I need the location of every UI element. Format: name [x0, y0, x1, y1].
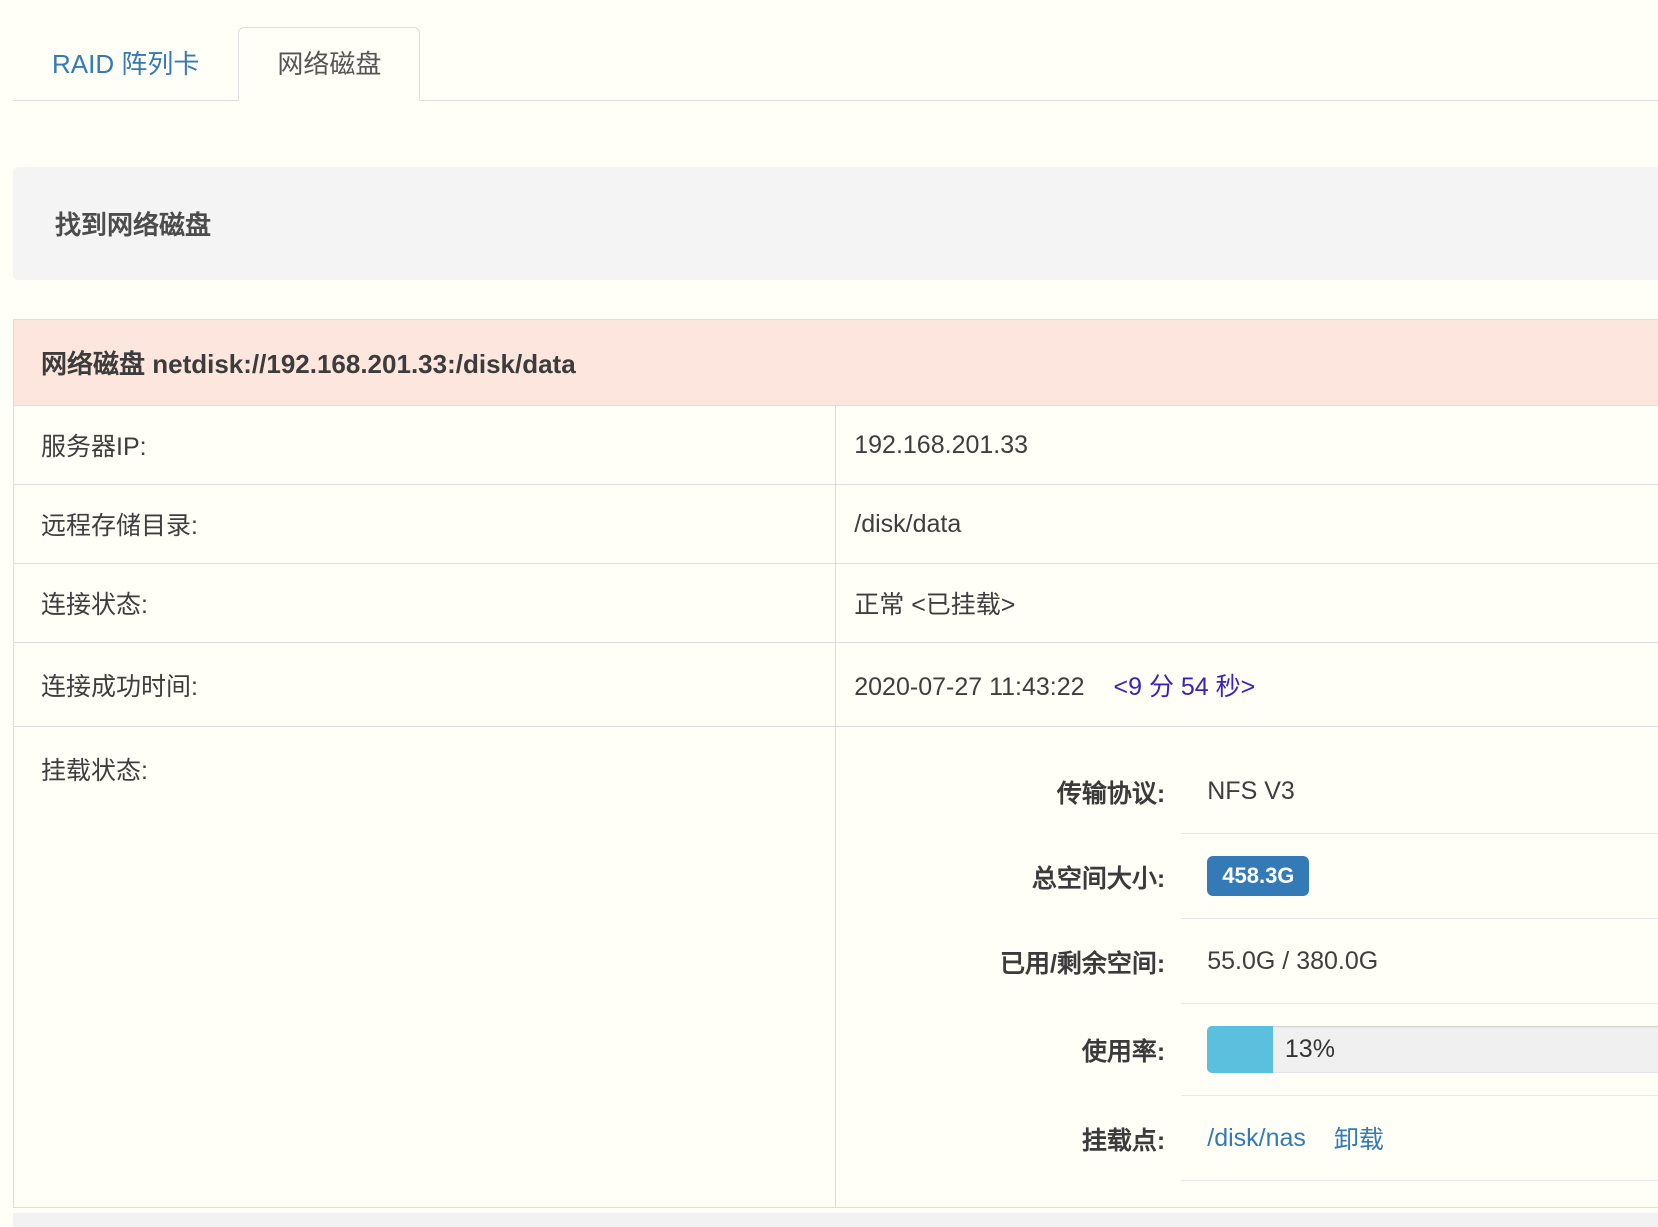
mountpoint-cell: /disk/nas 卸载 [1181, 1096, 1658, 1181]
next-section-panel-edge [13, 1213, 1658, 1227]
usage-percent-text: 13% [1285, 1035, 1335, 1064]
total-size-row: 总空间大小: 458.3G [836, 834, 1658, 919]
connection-state-value: 正常 <已挂载> [836, 564, 1658, 643]
unmount-link[interactable]: 卸载 [1334, 1120, 1384, 1156]
remote-dir-label: 远程存储目录: [14, 485, 836, 564]
remote-dir-value: /disk/data [836, 485, 1658, 564]
usage-progress-fill [1207, 1026, 1273, 1073]
connection-elapsed-text: <9 分 54 秒> [1114, 673, 1256, 701]
total-size-label: 总空间大小: [836, 859, 1181, 895]
table-row: 服务器IP: 192.168.201.33 [14, 406, 1658, 485]
usage-cell: 13% [1181, 1004, 1658, 1096]
network-disk-table: 网络磁盘 netdisk://192.168.201.33:/disk/data… [13, 319, 1658, 1208]
mountpoint-link[interactable]: /disk/nas [1207, 1124, 1306, 1153]
table-row: 网络磁盘 netdisk://192.168.201.33:/disk/data [14, 320, 1658, 406]
tab-raid-array-card[interactable]: RAID 阵列卡 [13, 27, 238, 101]
table-row: 挂载状态: 传输协议: NFS V3 总空间大小: 458.3G 已用/剩余空间… [14, 727, 1658, 1208]
mount-state-label: 挂载状态: [14, 727, 836, 1208]
tab-network-disk[interactable]: 网络磁盘 [238, 27, 420, 101]
connection-time-cell: 2020-07-27 11:43:22 <9 分 54 秒> [836, 643, 1658, 727]
usage-row: 使用率: 13% [836, 1004, 1658, 1096]
usage-label: 使用率: [836, 1032, 1181, 1068]
total-size-cell: 458.3G [1181, 834, 1658, 919]
protocol-label: 传输协议: [836, 774, 1181, 810]
mountpoint-row: 挂载点: /disk/nas 卸载 [836, 1096, 1658, 1181]
mount-table-filler [836, 1181, 1658, 1207]
connection-state-label: 连接状态: [14, 564, 836, 643]
usage-progress-bar: 13% [1207, 1026, 1658, 1073]
used-free-value: 55.0G / 380.0G [1181, 919, 1658, 1004]
mount-details-table: 传输协议: NFS V3 总空间大小: 458.3G 已用/剩余空间: 55.0… [836, 749, 1658, 1207]
used-free-label: 已用/剩余空间: [836, 944, 1181, 980]
table-row: 连接成功时间: 2020-07-27 11:43:22 <9 分 54 秒> [14, 643, 1658, 727]
total-size-badge: 458.3G [1207, 856, 1309, 896]
table-row: 远程存储目录: /disk/data [14, 485, 1658, 564]
mount-state-cell: 传输协议: NFS V3 总空间大小: 458.3G 已用/剩余空间: 55.0… [836, 727, 1658, 1208]
table-row: 连接状态: 正常 <已挂载> [14, 564, 1658, 643]
used-free-row: 已用/剩余空间: 55.0G / 380.0G [836, 919, 1658, 1004]
mountpoint-label: 挂载点: [836, 1121, 1181, 1157]
protocol-row: 传输协议: NFS V3 [836, 749, 1658, 834]
connection-time-label: 连接成功时间: [14, 643, 836, 727]
disk-card-header: 网络磁盘 netdisk://192.168.201.33:/disk/data [14, 320, 1658, 406]
server-ip-value: 192.168.201.33 [836, 406, 1658, 485]
tab-bar: RAID 阵列卡 网络磁盘 [13, 0, 1658, 101]
found-network-disk-panel: 找到网络磁盘 [13, 167, 1658, 280]
found-panel-title: 找到网络磁盘 [55, 205, 211, 242]
connection-time-value: 2020-07-27 11:43:22 [854, 673, 1084, 701]
protocol-value: NFS V3 [1181, 749, 1658, 834]
server-ip-label: 服务器IP: [14, 406, 836, 485]
